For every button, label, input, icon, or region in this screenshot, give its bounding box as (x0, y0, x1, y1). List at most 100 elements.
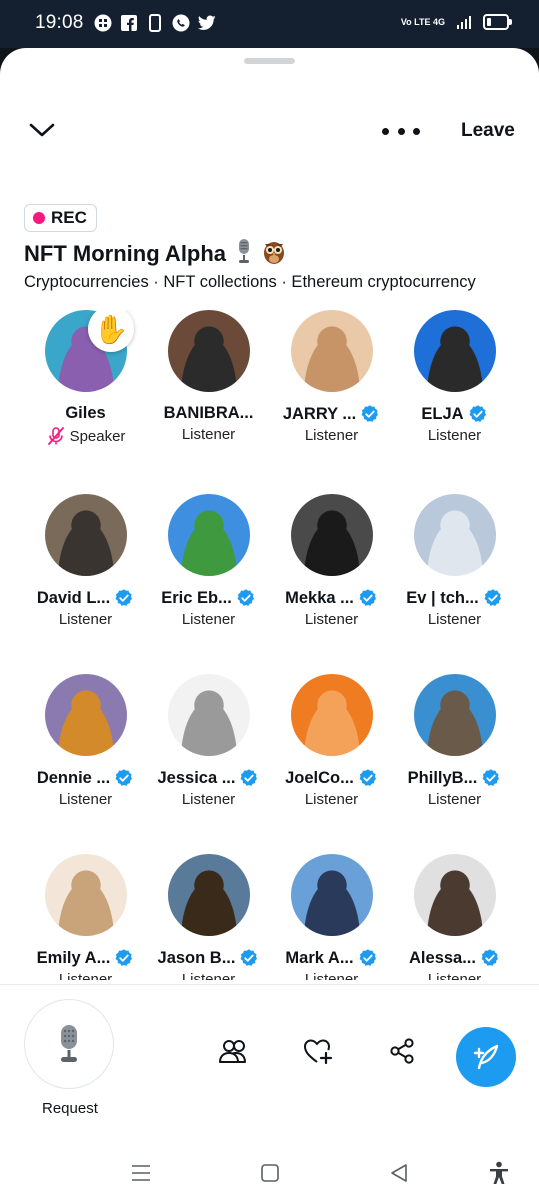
participant-role: Listener (393, 971, 516, 980)
participant-name-text: Jason B... (157, 948, 236, 967)
participant-name: Dennie ... (24, 768, 147, 788)
participant-name: Jessica ... (147, 768, 270, 788)
participant[interactable]: JoelCo... Listener (270, 674, 393, 808)
status-time: 19:08 (35, 12, 84, 33)
participant-name: BANIBRA... (147, 404, 270, 423)
leave-button[interactable]: Leave (461, 120, 515, 142)
avatar[interactable] (44, 854, 127, 936)
verified-badge-icon (240, 949, 258, 966)
feather-plus-icon (473, 1044, 499, 1070)
back-triangle-icon[interactable] (386, 1160, 412, 1186)
avatar[interactable] (167, 310, 250, 392)
participant[interactable]: JARRY ... Listener (270, 310, 393, 444)
avatar[interactable] (167, 674, 250, 756)
sheet-grabber[interactable] (244, 58, 295, 64)
avatar[interactable] (44, 494, 127, 576)
avatar[interactable] (290, 310, 373, 392)
participant-name: Mark A... (270, 948, 393, 968)
request-label: Request (42, 1100, 98, 1117)
avatar[interactable] (44, 674, 127, 756)
participant-name-text: Eric Eb... (161, 588, 232, 607)
participant[interactable]: Eric Eb... Listener (147, 494, 270, 628)
participant-role-text: Listener (304, 971, 359, 980)
recording-badge: REC (24, 204, 97, 232)
participant-name-text: ELJA (421, 404, 464, 423)
participant-role: Speaker (24, 426, 147, 446)
participant[interactable]: David L... Listener (24, 494, 147, 628)
request-mic-button[interactable] (24, 999, 114, 1089)
participant-role: Listener (24, 611, 147, 628)
facebook-icon (120, 14, 138, 32)
heart-plus-icon[interactable] (300, 1033, 336, 1069)
avatar[interactable] (413, 854, 496, 936)
participant-name: PhillyB... (393, 768, 516, 788)
participant-role-text: Speaker (69, 427, 126, 445)
participant-role-text: Listener (304, 427, 359, 444)
participant[interactable]: Jason B... Listener (147, 854, 270, 980)
participant[interactable]: ELJA Listener (393, 310, 516, 444)
participant-name-text: Mark A... (285, 948, 354, 967)
participant[interactable]: Mekka ... Listener (270, 494, 393, 628)
participant-role: Listener (24, 791, 147, 808)
participant[interactable]: Emily A... Listener (24, 854, 147, 980)
participant-role-text: Listener (58, 611, 113, 628)
participant-name-text: BANIBRA... (163, 404, 254, 422)
owl-emoji-icon (262, 238, 286, 270)
verified-badge-icon (361, 405, 379, 422)
more-options-icon[interactable] (382, 120, 420, 142)
verified-badge-icon (115, 769, 133, 786)
participant-role: Listener (24, 971, 147, 980)
participant-role: Listener (393, 611, 516, 628)
participant-role-text: Listener (427, 971, 482, 980)
accessibility-icon[interactable] (486, 1160, 512, 1186)
share-icon[interactable] (384, 1033, 420, 1069)
participant-role: Listener (147, 611, 270, 628)
avatar[interactable] (167, 854, 250, 936)
collapse-chevron-icon[interactable] (28, 120, 56, 142)
recents-menu-icon[interactable] (128, 1160, 154, 1186)
participant-name-text: JARRY ... (282, 404, 357, 423)
verified-badge-icon (359, 949, 376, 966)
verified-badge-icon (469, 405, 486, 422)
participant-name-text: Giles (65, 404, 106, 422)
compose-tweet-button[interactable] (456, 1027, 516, 1087)
participant-name-text: Mekka ... (285, 588, 354, 607)
app-grid-icon (94, 14, 112, 32)
participant-name-text: Dennie ... (36, 768, 111, 787)
whatsapp-icon (172, 14, 190, 32)
avatar[interactable] (413, 674, 496, 756)
participant[interactable]: Mark A... Listener (270, 854, 393, 980)
verified-badge-icon (482, 769, 500, 786)
space-title-text: NFT Morning Alpha (24, 241, 227, 266)
participant-name: Jason B... (147, 948, 270, 968)
battery-icon (483, 14, 512, 30)
participant-name: Mekka ... (270, 588, 393, 608)
participant[interactable]: Jessica ... Listener (147, 674, 270, 808)
participant[interactable]: ✋ Giles Speaker (24, 310, 147, 446)
avatar[interactable] (413, 494, 496, 576)
avatar[interactable] (167, 494, 250, 576)
participant-role: Listener (270, 427, 393, 444)
home-square-icon[interactable] (257, 1160, 283, 1186)
participant[interactable]: PhillyB... Listener (393, 674, 516, 808)
avatar[interactable] (290, 674, 373, 756)
network-indicator: Vo LTE 4G (400, 16, 445, 27)
participant[interactable]: Alessa... Listener (393, 854, 516, 980)
participant-name: David L... (24, 588, 147, 608)
participant[interactable]: BANIBRA... Listener (147, 310, 270, 443)
twitter-icon (198, 14, 216, 32)
participant-role-text: Listener (427, 791, 482, 808)
participant[interactable]: Ev | tch... Listener (393, 494, 516, 628)
participants-grid: ✋ Giles Speaker BANIBRA... Listener JARRY ...… (24, 310, 516, 980)
raised-hand-icon: ✋ (88, 310, 134, 352)
avatar[interactable] (290, 494, 373, 576)
participant[interactable]: Dennie ... Listener (24, 674, 147, 808)
avatar[interactable] (413, 310, 496, 392)
participant-role: Listener (270, 611, 393, 628)
participant-name-text: JoelCo... (285, 768, 354, 787)
people-icon[interactable] (216, 1033, 252, 1069)
avatar[interactable] (290, 854, 373, 936)
status-system-icons: Vo LTE 4G (400, 13, 512, 31)
phone-icon (146, 14, 164, 32)
participant-role-text: Listener (58, 971, 113, 980)
